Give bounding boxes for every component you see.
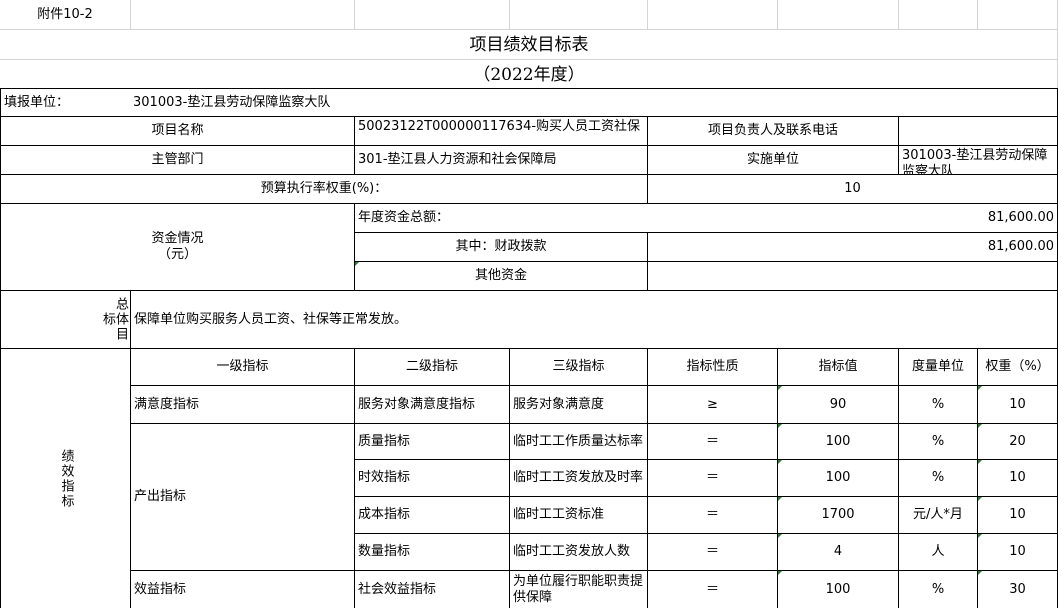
table-cell-l2[interactable]: 社会效益指标: [355, 571, 509, 608]
table-cell-value[interactable]: 1700: [778, 497, 898, 533]
unit-value[interactable]: 301003-垫江县劳动保障监察大队: [130, 89, 630, 116]
table-cell-nature[interactable]: ＝: [648, 497, 777, 533]
funds-other-value[interactable]: [648, 262, 1057, 290]
table-cell-weight[interactable]: 20: [978, 424, 1057, 459]
table-cell-l3[interactable]: 服务对象满意度: [510, 386, 647, 423]
table-cell-unit[interactable]: %: [899, 460, 977, 496]
year-subtitle[interactable]: （2022年度）: [0, 60, 1058, 89]
table-cell-unit[interactable]: %: [899, 424, 977, 459]
table-cell-value[interactable]: 100: [778, 571, 898, 608]
grid-line: [777, 0, 778, 30]
table-cell-nature[interactable]: ＝: [648, 571, 777, 608]
funds-fiscal-value[interactable]: 81,600.00: [648, 233, 1057, 261]
table-cell-l2[interactable]: 数量指标: [355, 534, 509, 570]
header-weight[interactable]: 权重（%）: [978, 349, 1057, 385]
contact-value[interactable]: [899, 117, 1057, 145]
goal-value[interactable]: 保障单位购买服务人员工资、社保等正常发放。: [131, 291, 1057, 348]
table-cell-value[interactable]: 100: [778, 460, 898, 496]
table-cell-value[interactable]: 100: [778, 424, 898, 459]
grid-line: [354, 0, 355, 30]
table-cell-weight[interactable]: 10: [978, 460, 1057, 496]
funds-total-value[interactable]: 81,600.00: [648, 204, 1057, 232]
table-cell-weight[interactable]: 10: [978, 534, 1057, 570]
spreadsheet-view: { "attachment": "附件10-2", "title": "项目绩效…: [0, 0, 1058, 608]
header-level1[interactable]: 一级指标: [131, 349, 354, 385]
table-cell-value[interactable]: 90: [778, 386, 898, 423]
header-value[interactable]: 指标值: [778, 349, 898, 385]
table-cell-weight[interactable]: 30: [978, 571, 1057, 608]
goal-label[interactable]: 总体目标: [1, 291, 130, 348]
impl-value[interactable]: 301003-垫江县劳动保障监察大队: [899, 146, 1057, 174]
table-cell-unit[interactable]: %: [899, 571, 977, 608]
grid-line: [647, 0, 648, 30]
impl-label[interactable]: 实施单位: [648, 146, 898, 174]
table-cell-nature[interactable]: ＝: [648, 534, 777, 570]
budget-weight-label[interactable]: 预算执行率权重(%)：: [1, 175, 647, 203]
grid-line: [509, 0, 510, 30]
attachment-label[interactable]: 附件10-2: [0, 0, 130, 30]
table-cell-l2[interactable]: 成本指标: [355, 497, 509, 533]
level1-satisfaction[interactable]: 满意度指标: [131, 386, 354, 423]
unit-label[interactable]: 填报单位：: [1, 89, 130, 116]
table-cell-l2[interactable]: 时效指标: [355, 460, 509, 496]
budget-weight-value[interactable]: 10: [648, 175, 1057, 203]
grid-line: [130, 0, 131, 30]
contact-label[interactable]: 项目负责人及联系电话: [648, 117, 898, 145]
funds-fiscal-label[interactable]: 其中：财政拨款: [355, 233, 647, 261]
table-cell-weight[interactable]: 10: [978, 386, 1057, 423]
table-cell-l3[interactable]: 为单位履行职能职责提供保障: [510, 571, 647, 608]
page-title[interactable]: 项目绩效目标表: [0, 30, 1058, 60]
grid-line: [898, 0, 899, 30]
header-nature[interactable]: 指标性质: [648, 349, 777, 385]
table-cell-unit[interactable]: 人: [899, 534, 977, 570]
table-cell-nature[interactable]: ≥: [648, 386, 777, 423]
table-cell-l3[interactable]: 临时工工资标准: [510, 497, 647, 533]
project-name-value[interactable]: 50023122T000000117634-购买人员工资社保: [355, 117, 647, 145]
header-unit[interactable]: 度量单位: [899, 349, 977, 385]
header-level2[interactable]: 二级指标: [355, 349, 509, 385]
grid-line: [977, 0, 978, 30]
table-cell-l3[interactable]: 临时工工资发放及时率: [510, 460, 647, 496]
funds-label[interactable]: 资金情况 （元）: [1, 204, 354, 290]
table-cell-weight[interactable]: 10: [978, 497, 1057, 533]
funds-other-label[interactable]: 其他资金: [355, 262, 647, 290]
table-cell-unit[interactable]: %: [899, 386, 977, 423]
perf-label[interactable]: 绩效指标: [1, 349, 130, 608]
table-cell-l3[interactable]: 临时工工资发放人数: [510, 534, 647, 570]
header-level3[interactable]: 三级指标: [510, 349, 647, 385]
table-cell-l2[interactable]: 质量指标: [355, 424, 509, 459]
level1-output[interactable]: 产出指标: [131, 424, 354, 570]
table-cell-nature[interactable]: ＝: [648, 460, 777, 496]
level1-benefit[interactable]: 效益指标: [131, 571, 354, 608]
table-cell-unit[interactable]: 元/人*月: [899, 497, 977, 533]
project-name-label[interactable]: 项目名称: [1, 117, 354, 145]
table-cell-l2[interactable]: 服务对象满意度指标: [355, 386, 509, 423]
table-cell-nature[interactable]: ＝: [648, 424, 777, 459]
table-cell-value[interactable]: 4: [778, 534, 898, 570]
dept-value[interactable]: 301-垫江县人力资源和社会保障局: [355, 146, 647, 174]
table-cell-l3[interactable]: 临时工工作质量达标率: [510, 424, 647, 459]
dept-label[interactable]: 主管部门: [1, 146, 354, 174]
